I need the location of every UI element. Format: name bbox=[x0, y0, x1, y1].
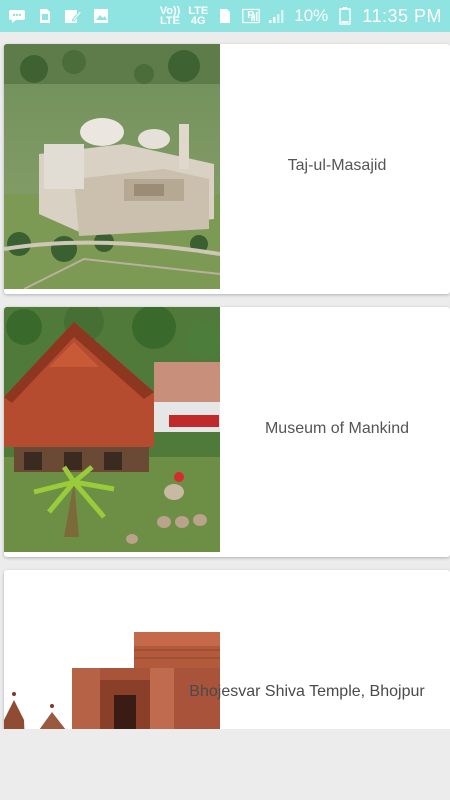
volte-indicator: Vo)) LTE bbox=[159, 5, 181, 27]
place-name: Taj-ul-Masajid bbox=[287, 157, 387, 174]
status-bar: Vo)) LTE LTE 4G R 10% 11:35 PM bbox=[0, 0, 450, 32]
lte-indicator: LTE 4G bbox=[188, 5, 209, 27]
image-icon bbox=[92, 8, 110, 24]
place-image bbox=[4, 307, 220, 552]
place-name: Museum of Mankind bbox=[264, 420, 410, 437]
battery-icon bbox=[336, 7, 354, 25]
place-image bbox=[4, 570, 220, 729]
place-card[interactable]: Bhojesvar Shiva Temple, Bhojpur bbox=[4, 570, 450, 729]
edit-icon bbox=[64, 8, 82, 24]
sim-icon bbox=[216, 8, 234, 24]
message-icon bbox=[8, 8, 26, 24]
clock: 11:35 PM bbox=[362, 5, 442, 26]
roaming-label: R bbox=[247, 10, 255, 21]
place-card[interactable]: Museum of Mankind bbox=[4, 307, 450, 557]
signal-icon bbox=[268, 8, 286, 24]
places-list[interactable]: Taj-ul-Masajid Museum of Mankind Bhojesv… bbox=[0, 32, 450, 729]
sim-icon bbox=[36, 8, 54, 24]
place-card[interactable]: Taj-ul-Masajid bbox=[4, 44, 450, 294]
place-name: Bhojesvar Shiva Temple, Bhojpur bbox=[189, 683, 425, 700]
battery-percent: 10% bbox=[294, 6, 329, 25]
roaming-icon: R bbox=[242, 8, 261, 24]
place-image bbox=[4, 44, 220, 289]
empty-background bbox=[0, 729, 450, 800]
